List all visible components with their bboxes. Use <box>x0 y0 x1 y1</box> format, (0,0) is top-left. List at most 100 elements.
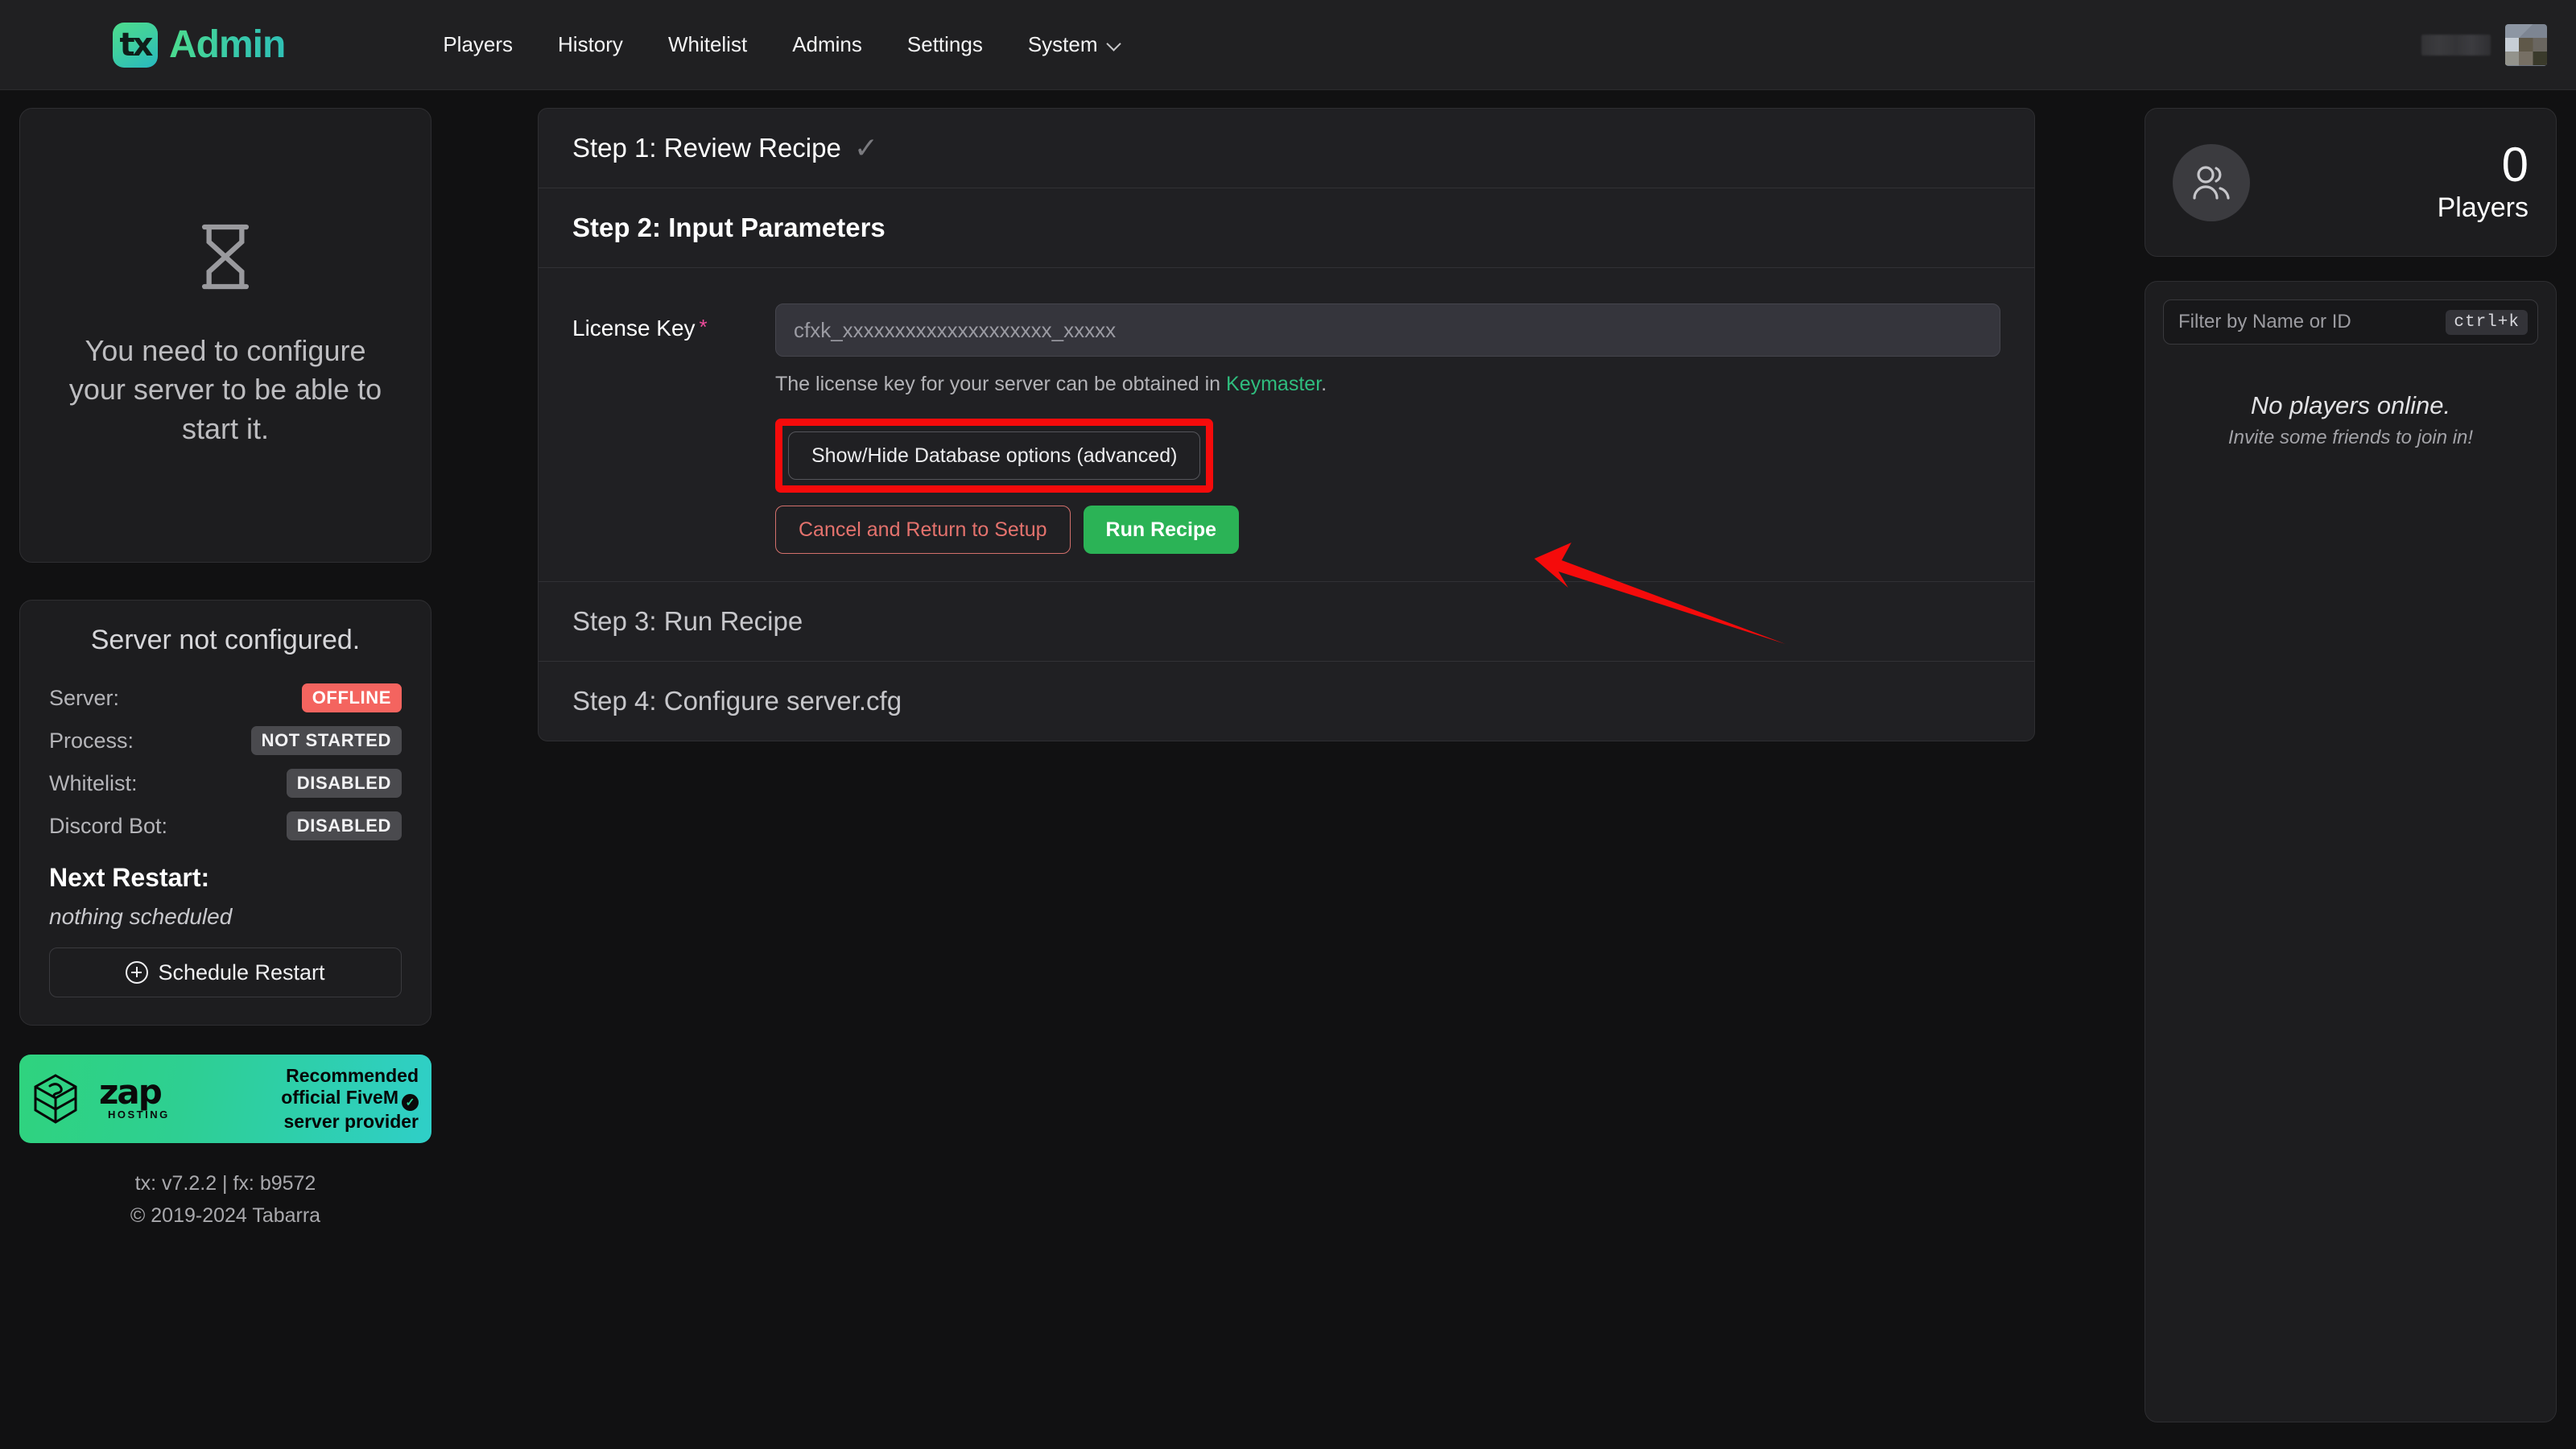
status-badge: OFFLINE <box>301 683 402 712</box>
step-title: Step 2: Input Parameters <box>572 213 886 242</box>
header-user-area <box>2421 23 2547 66</box>
username-redacted <box>2421 34 2491 56</box>
sidebar-footer: tx: v7.2.2 | fx: b9572 © 2019-2024 Tabar… <box>19 1167 431 1232</box>
step-1-review-recipe[interactable]: Step 1: Review Recipe ✓ <box>539 109 2034 188</box>
nav-item-admins[interactable]: Admins <box>770 21 885 68</box>
keymaster-link[interactable]: Keymaster <box>1226 373 1321 395</box>
players-summary-card: 0 Players <box>2145 108 2557 257</box>
brand-title: Admin <box>169 23 286 66</box>
schedule-restart-button[interactable]: Schedule Restart <box>49 947 402 997</box>
configure-message: You need to configure your server to be … <box>68 333 382 445</box>
step-3-run-recipe[interactable]: Step 3: Run Recipe <box>539 582 2034 662</box>
right-sidebar: 0 Players ctrl+k No players online. Invi… <box>2145 108 2557 1422</box>
status-badge: NOT STARTED <box>250 726 402 755</box>
left-sidebar: You need to configure your server to be … <box>19 108 431 1232</box>
zap-hosting-banner[interactable]: zap HOSTING Recommended official FiveM ✓ … <box>19 1055 431 1143</box>
nav-item-system[interactable]: System <box>1005 21 1143 68</box>
avatar[interactable] <box>2505 23 2547 66</box>
license-key-field-area: The license key for your server can be o… <box>775 303 2000 554</box>
zap-line-3: server provider <box>283 1111 419 1132</box>
help-prefix: The license key for your server can be o… <box>775 373 1227 395</box>
configure-server-card: You need to configure your server to be … <box>19 108 431 563</box>
nav-label: System <box>1027 32 1098 56</box>
status-row-server: Server: OFFLINE <box>49 683 402 712</box>
users-icon-wrap <box>2173 143 2250 221</box>
license-key-label-text: License Key <box>572 316 696 341</box>
version-info: tx: v7.2.2 | fx: b9572 <box>134 1172 316 1195</box>
setup-steps-card: Step 1: Review Recipe ✓ Step 2: Input Pa… <box>538 108 2035 741</box>
help-suffix: . <box>1321 373 1327 395</box>
show-hide-database-options-button[interactable]: Show/Hide Database options (advanced) <box>788 431 1201 480</box>
status-row-whitelist: Whitelist: DISABLED <box>49 769 402 798</box>
status-row-process: Process: NOT STARTED <box>49 726 402 755</box>
plus-circle-icon <box>126 961 149 984</box>
page-body: You need to configure your server to be … <box>0 90 2576 1449</box>
status-label: Process: <box>49 728 134 753</box>
filter-shortcut-badge: ctrl+k <box>2446 309 2528 335</box>
next-restart-value: nothing scheduled <box>49 904 233 929</box>
license-key-input[interactable] <box>775 303 2000 357</box>
player-filter-wrap[interactable]: ctrl+k <box>2163 299 2538 345</box>
status-row-discord-bot: Discord Bot: DISABLED <box>49 811 402 840</box>
license-key-field-row: License Key* The license key for your se… <box>572 303 2000 554</box>
zap-banner-text: Recommended official FiveM ✓ server provi… <box>281 1065 419 1132</box>
step-4-configure-server-cfg[interactable]: Step 4: Configure server.cfg <box>539 662 2034 741</box>
txadmin-logo-icon: tx <box>113 22 158 68</box>
players-list-card: ctrl+k No players online. Invite some fr… <box>2145 281 2557 1422</box>
next-restart-label: Next Restart: <box>49 863 210 892</box>
main-navigation: Players History Whitelist Admins Setting… <box>420 21 1142 68</box>
nav-item-settings[interactable]: Settings <box>885 21 1005 68</box>
status-label: Whitelist: <box>49 770 138 795</box>
nav-label: History <box>558 32 623 56</box>
nav-item-whitelist[interactable]: Whitelist <box>646 21 770 68</box>
status-label: Discord Bot: <box>49 813 168 838</box>
main-content: Step 1: Review Recipe ✓ Step 2: Input Pa… <box>538 108 2035 741</box>
empty-title: No players online. <box>2250 391 2451 419</box>
hourglass-icon <box>201 224 250 289</box>
nav-item-history[interactable]: History <box>535 21 646 68</box>
status-label: Server: <box>49 685 120 710</box>
step-2-input-parameters[interactable]: Step 2: Input Parameters <box>539 188 2034 268</box>
run-recipe-button[interactable]: Run Recipe <box>1083 506 1240 554</box>
nav-label: Admins <box>792 32 862 56</box>
required-asterisk: * <box>699 315 708 339</box>
nav-label: Whitelist <box>667 32 748 56</box>
server-status-card: Server not configured. Server: OFFLINE P… <box>19 600 431 1026</box>
chevron-down-icon <box>1108 39 1121 52</box>
step-title: Step 3: Run Recipe <box>572 606 803 636</box>
zap-line-2: official FiveM <box>281 1087 398 1108</box>
nav-label: Settings <box>906 32 983 56</box>
schedule-restart-label: Schedule Restart <box>158 960 325 985</box>
players-label: Players <box>2437 192 2529 223</box>
step-2-body: License Key* The license key for your se… <box>539 268 2034 582</box>
nav-label: Players <box>443 32 514 56</box>
license-key-label: License Key * <box>572 303 775 341</box>
zap-logo-text: zap <box>98 1071 163 1112</box>
players-count-wrap: 0 Players <box>2437 137 2529 224</box>
license-key-help: The license key for your server can be o… <box>775 373 2000 396</box>
step-title: Step 1: Review Recipe <box>572 133 841 163</box>
players-count: 0 <box>2501 137 2529 192</box>
zap-line-2-wrap: official FiveM ✓ <box>281 1087 419 1111</box>
players-empty-state: No players online. Invite some friends t… <box>2163 391 2538 449</box>
status-badge: DISABLED <box>286 769 402 798</box>
player-filter-input[interactable] <box>2178 311 2446 333</box>
zap-line-1: Recommended <box>286 1065 419 1087</box>
brand-logo[interactable]: tx Admin <box>113 22 286 68</box>
empty-subtitle: Invite some friends to join in! <box>2227 427 2474 448</box>
users-icon <box>2193 165 2230 200</box>
step-title: Step 4: Configure server.cfg <box>572 686 902 716</box>
zap-logo-subtext: HOSTING <box>108 1108 170 1121</box>
status-title: Server not configured. <box>90 625 361 655</box>
copyright: © 2019-2024 Tabarra <box>130 1204 321 1227</box>
zap-shield-icon <box>34 1074 77 1124</box>
primary-actions-row: Cancel and Return to Setup Run Recipe <box>775 506 1240 554</box>
cancel-and-return-to-setup-button[interactable]: Cancel and Return to Setup <box>775 506 1071 554</box>
form-actions: Show/Hide Database options (advanced) Ca… <box>775 419 2000 554</box>
status-badge: DISABLED <box>286 811 402 840</box>
top-header: tx Admin Players History Whitelist Admin… <box>0 0 2576 90</box>
nav-item-players[interactable]: Players <box>420 21 535 68</box>
check-badge-icon: ✓ <box>402 1094 419 1111</box>
advanced-button-highlight: Show/Hide Database options (advanced) <box>775 419 1214 493</box>
check-icon: ✓ <box>853 131 879 164</box>
